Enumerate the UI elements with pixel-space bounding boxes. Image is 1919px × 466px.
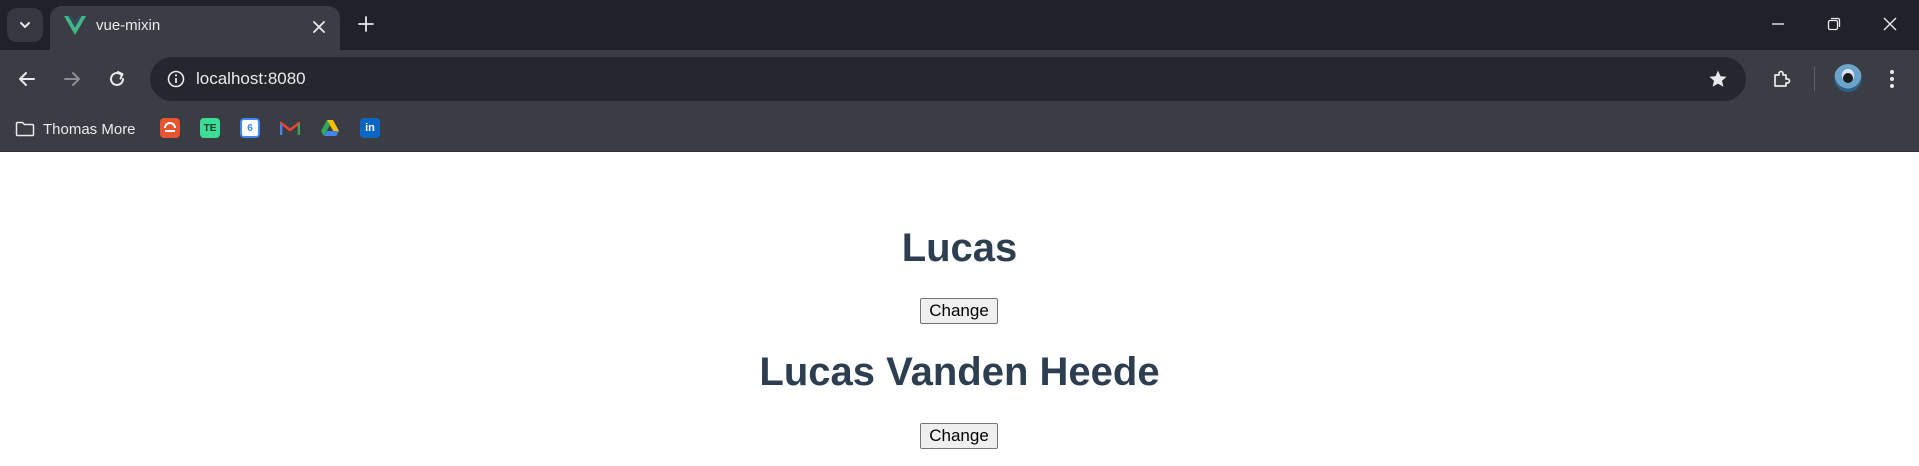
bookmark-folder-label: Thomas More [43, 120, 136, 138]
google-drive-icon[interactable] [320, 118, 340, 138]
minimize-button[interactable] [1750, 0, 1806, 48]
browser-window: vue-mixin localhost:8080 Thomas More TE … [0, 0, 1919, 466]
folder-icon [15, 121, 35, 137]
star-icon [1709, 70, 1727, 87]
tab-title: vue-mixin [96, 17, 161, 34]
address-bar[interactable]: localhost:8080 [150, 57, 1746, 101]
back-button[interactable] [11, 63, 43, 95]
vue-logo-icon [64, 16, 86, 35]
bookmark-folder-thomas-more[interactable]: Thomas More [15, 116, 136, 142]
active-tab[interactable]: vue-mixin [50, 6, 340, 50]
full-name-heading: Lucas Vanden Heede [759, 350, 1160, 394]
drive-glyph [321, 120, 339, 136]
close-icon [1883, 17, 1897, 31]
chevron-down-icon [20, 22, 30, 28]
bookmark-star-button[interactable] [1704, 65, 1732, 93]
url-text[interactable]: localhost:8080 [196, 69, 306, 89]
site-info-button[interactable] [160, 63, 192, 95]
close-window-button[interactable] [1862, 0, 1918, 48]
calendar-day-text: 6 [247, 122, 253, 134]
gmail-glyph [280, 121, 300, 135]
bookmark-orange-glyph [164, 122, 176, 132]
arrow-right-icon [64, 72, 80, 86]
arrow-left-icon [19, 72, 35, 86]
info-icon [167, 70, 185, 88]
linkedin-icon[interactable]: in [360, 118, 380, 138]
browser-toolbar: localhost:8080 [0, 50, 1919, 108]
reload-button[interactable] [101, 63, 133, 95]
first-name-heading: Lucas [901, 226, 1018, 270]
change-full-name-button[interactable]: Change [920, 423, 998, 449]
bookmark-te-icon[interactable]: TE [200, 118, 220, 138]
new-tab-button[interactable] [352, 10, 380, 38]
bookmarks-bar: Thomas More TE 6 in [0, 108, 1919, 152]
change-first-name-button[interactable]: Change [920, 298, 998, 324]
bookmark-orange-icon[interactable] [160, 118, 180, 138]
gmail-icon[interactable] [280, 118, 300, 138]
minimize-icon [1772, 23, 1784, 25]
extensions-button[interactable] [1765, 63, 1797, 95]
forward-button[interactable] [56, 63, 88, 95]
puzzle-icon [1774, 70, 1791, 87]
tab-search-button[interactable] [7, 8, 43, 42]
profile-avatar[interactable] [1834, 64, 1862, 92]
page-content: Lucas Change Lucas Vanden Heede Change [0, 152, 1919, 466]
toolbar-separator [1814, 67, 1815, 91]
restore-icon [1827, 17, 1841, 31]
tab-strip: vue-mixin [0, 0, 1919, 50]
tab-close-button[interactable] [308, 16, 330, 38]
close-icon [313, 21, 325, 33]
menu-button[interactable] [1876, 63, 1908, 95]
plus-icon [358, 16, 374, 32]
restore-button[interactable] [1806, 0, 1862, 48]
linkedin-text: in [365, 122, 375, 134]
google-calendar-icon[interactable]: 6 [240, 118, 260, 138]
bookmark-te-text: TE [203, 122, 217, 134]
more-vert-icon [1890, 70, 1894, 88]
reload-icon [110, 71, 124, 86]
